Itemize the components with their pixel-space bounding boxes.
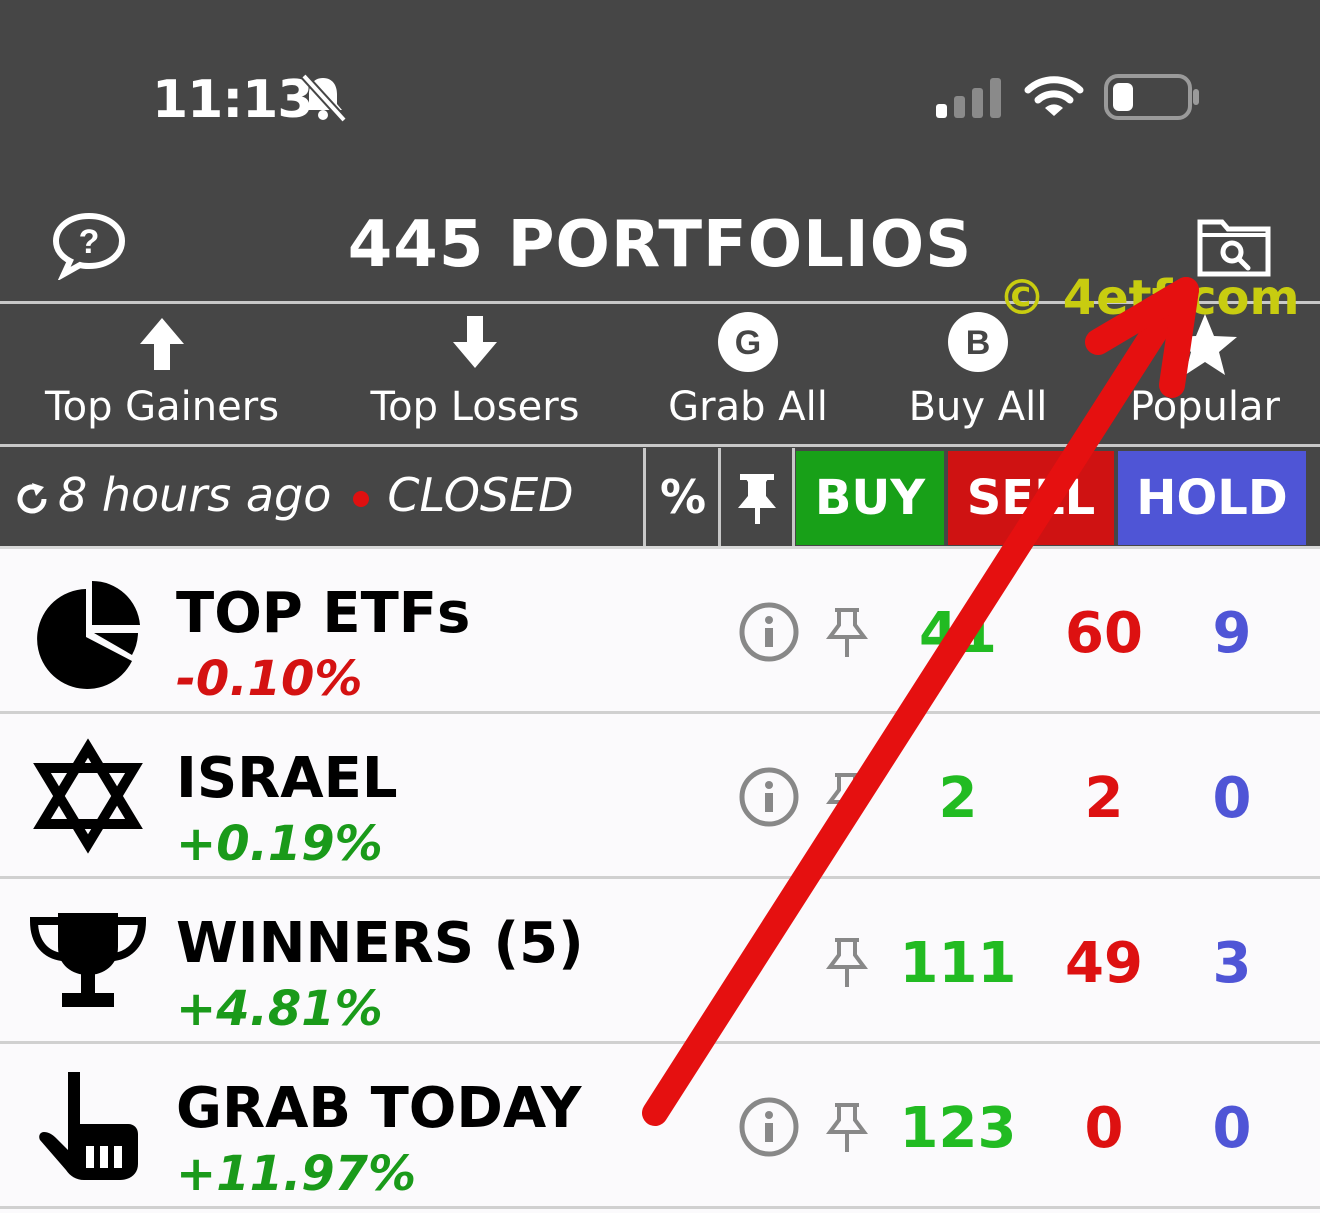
pin-filter-icon[interactable] xyxy=(722,448,792,546)
divider xyxy=(792,448,795,546)
portfolio-name: ISRAEL xyxy=(176,746,398,811)
portfolio-name: GRAB TODAY xyxy=(176,1076,582,1141)
grab-all-label: Grab All xyxy=(668,384,828,430)
portfolio-change: +0.19% xyxy=(176,816,383,872)
top-losers-label: Top Losers xyxy=(370,384,580,430)
info-icon[interactable] xyxy=(738,1096,800,1158)
battery-icon xyxy=(1104,74,1199,120)
status-time: 11:13 xyxy=(152,70,314,130)
buy-all-label: Buy All xyxy=(908,384,1048,430)
sell-count: 0 xyxy=(1084,1096,1124,1161)
trophy-icon xyxy=(29,913,147,1007)
hold-count: 3 xyxy=(1212,931,1252,996)
watermark: © 4etf.com xyxy=(998,270,1300,326)
portfolio-change: +11.97% xyxy=(176,1146,417,1202)
pin-icon[interactable] xyxy=(826,772,868,824)
pin-icon[interactable] xyxy=(826,607,868,659)
portfolio-name: TOP ETFs xyxy=(176,581,471,646)
portfolio-list: TOP ETFs -0.10% 41 60 9 ISRAEL +0.19% 2 … xyxy=(0,549,1320,1209)
portfolio-change: -0.10% xyxy=(176,651,363,707)
pointing-hand-icon xyxy=(39,1072,138,1180)
bell-muted-icon xyxy=(301,73,347,123)
sell-count: 49 xyxy=(1065,931,1143,996)
popular-button[interactable]: Popular xyxy=(1112,310,1298,444)
buy-count: 111 xyxy=(899,931,1017,996)
market-status: CLOSED xyxy=(387,468,574,522)
b-glyph: B xyxy=(966,324,991,362)
buy-count: 41 xyxy=(919,601,997,666)
portfolio-row-grab-today[interactable]: GRAB TODAY +11.97% 123 0 0 xyxy=(0,1044,1320,1209)
divider xyxy=(643,448,646,546)
percent-toggle-button[interactable]: % xyxy=(648,448,718,546)
pin-icon[interactable] xyxy=(826,1102,868,1154)
g-circle-icon: G xyxy=(718,312,778,372)
buy-count: 2 xyxy=(938,766,978,831)
buy-all-button[interactable]: B Buy All xyxy=(890,310,1066,444)
cellular-signal-icon xyxy=(936,78,1001,118)
arrow-up-icon xyxy=(140,318,184,370)
buy-count: 123 xyxy=(899,1096,1017,1161)
grab-all-button[interactable]: G Grab All xyxy=(648,310,848,444)
portfolio-name: WINNERS (5) xyxy=(176,911,584,976)
folder-search-icon[interactable] xyxy=(1196,214,1272,278)
sell-count: 60 xyxy=(1065,601,1143,666)
g-glyph: G xyxy=(735,324,761,362)
popular-label: Popular xyxy=(1130,384,1280,430)
pin-icon[interactable] xyxy=(826,937,868,989)
sell-column-header[interactable]: SELL xyxy=(948,451,1114,545)
hold-count: 0 xyxy=(1212,766,1252,831)
toolbar-divider xyxy=(0,444,1320,447)
info-icon[interactable] xyxy=(738,601,800,663)
hold-column-header[interactable]: HOLD xyxy=(1118,451,1306,545)
top-gainers-button[interactable]: Top Gainers xyxy=(22,310,302,444)
info-icon[interactable] xyxy=(738,766,800,828)
top-gainers-label: Top Gainers xyxy=(44,384,280,430)
arrow-down-icon xyxy=(453,316,497,368)
star-of-david-icon xyxy=(33,738,143,854)
top-losers-button[interactable]: Top Losers xyxy=(340,310,610,444)
hold-count: 9 xyxy=(1212,601,1252,666)
wifi-icon xyxy=(1024,76,1084,116)
hold-count: 0 xyxy=(1212,1096,1252,1161)
refresh-icon xyxy=(17,482,47,513)
last-updated[interactable]: 8 hours ago CLOSED xyxy=(14,468,574,522)
updated-text: 8 hours ago xyxy=(58,468,332,522)
pie-chart-icon xyxy=(37,580,140,689)
buy-column-header[interactable]: BUY xyxy=(796,451,944,545)
filter-bar: 8 hours ago CLOSED % BUY SELL HOLD xyxy=(0,448,1320,546)
portfolio-row-top-etfs[interactable]: TOP ETFs -0.10% 41 60 9 xyxy=(0,549,1320,714)
market-closed-dot xyxy=(353,490,370,507)
divider xyxy=(718,448,721,546)
portfolio-change: +4.81% xyxy=(176,981,383,1037)
portfolio-row-winners[interactable]: WINNERS (5) +4.81% 111 49 3 xyxy=(0,879,1320,1044)
portfolio-row-israel[interactable]: ISRAEL +0.19% 2 2 0 xyxy=(0,714,1320,879)
sell-count: 2 xyxy=(1084,766,1124,831)
